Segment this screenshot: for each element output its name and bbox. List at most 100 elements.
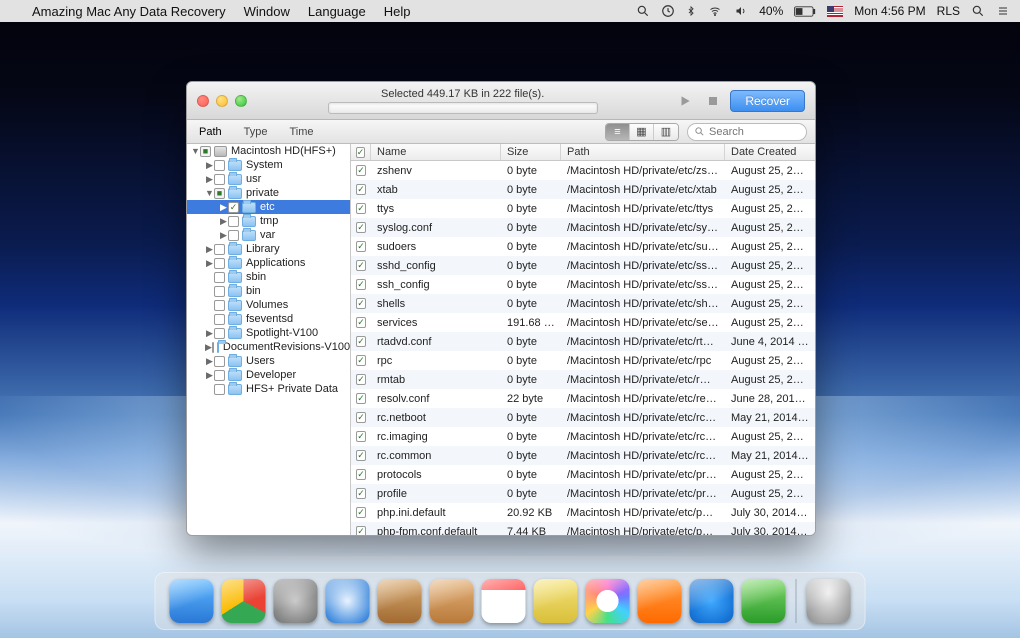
table-row[interactable]: ✓ssh_config0 byte/Macintosh HD/private/e… xyxy=(351,275,815,294)
tree-checkbox[interactable] xyxy=(214,356,225,367)
disclosure-arrow[interactable]: ▶ xyxy=(205,174,214,185)
tree-checkbox[interactable] xyxy=(214,384,225,395)
table-row[interactable]: ✓rc.netboot0 byte/Macintosh HD/private/e… xyxy=(351,408,815,427)
table-row[interactable]: ✓xtab0 byte/Macintosh HD/private/etc/xta… xyxy=(351,180,815,199)
row-checkbox[interactable]: ✓ xyxy=(356,412,366,423)
row-checkbox[interactable]: ✓ xyxy=(356,374,366,385)
table-row[interactable]: ✓php.ini.default20.92 KB/Macintosh HD/pr… xyxy=(351,503,815,522)
stop-button[interactable] xyxy=(702,90,724,112)
col-date[interactable]: Date Created xyxy=(725,144,815,160)
minimize-button[interactable] xyxy=(216,95,228,107)
app-menu[interactable]: Amazing Mac Any Data Recovery xyxy=(32,4,226,19)
view-column-icon[interactable]: ▥ xyxy=(654,124,678,140)
row-checkbox[interactable]: ✓ xyxy=(356,317,366,328)
col-path[interactable]: Path xyxy=(561,144,725,160)
table-row[interactable]: ✓shells0 byte/Macintosh HD/private/etc/s… xyxy=(351,294,815,313)
disclosure-arrow[interactable]: ▶ xyxy=(219,230,228,241)
tree-checkbox[interactable] xyxy=(228,216,239,227)
disclosure-arrow[interactable]: ▼ xyxy=(205,188,214,198)
row-checkbox[interactable]: ✓ xyxy=(356,203,366,214)
close-button[interactable] xyxy=(197,95,209,107)
col-name[interactable]: Name xyxy=(371,144,501,160)
folder-tree[interactable]: ▼■Macintosh HD(HFS+)▶System▶usr▼■private… xyxy=(187,144,351,535)
table-row[interactable]: ✓php-fpm.conf.default7.44 KB/Macintosh H… xyxy=(351,522,815,535)
window-menu[interactable]: Window xyxy=(244,4,290,19)
dock-itunes[interactable] xyxy=(586,579,630,623)
dock-calendar[interactable] xyxy=(482,579,526,623)
dock-safari[interactable] xyxy=(326,579,370,623)
table-row[interactable]: ✓protocols0 byte/Macintosh HD/private/et… xyxy=(351,465,815,484)
dock[interactable] xyxy=(155,572,866,630)
table-row[interactable]: ✓resolv.conf22 byte/Macintosh HD/private… xyxy=(351,389,815,408)
volume-icon[interactable] xyxy=(734,5,748,17)
tree-checkbox[interactable] xyxy=(214,244,225,255)
table-row[interactable]: ✓rc.imaging0 byte/Macintosh HD/private/e… xyxy=(351,427,815,446)
table-row[interactable]: ✓sudoers0 byte/Macintosh HD/private/etc/… xyxy=(351,237,815,256)
play-button[interactable] xyxy=(674,90,696,112)
tab-path[interactable]: Path xyxy=(195,124,226,140)
spotlight-icon[interactable] xyxy=(636,4,650,18)
table-row[interactable]: ✓rtadvd.conf0 byte/Macintosh HD/private/… xyxy=(351,332,815,351)
tree-item[interactable]: ▶var xyxy=(187,228,350,242)
zoom-button[interactable] xyxy=(235,95,247,107)
table-row[interactable]: ✓sshd_config0 byte/Macintosh HD/private/… xyxy=(351,256,815,275)
table-row[interactable]: ✓profile0 byte/Macintosh HD/private/etc/… xyxy=(351,484,815,503)
search-field[interactable] xyxy=(687,123,807,141)
disclosure-arrow[interactable]: ▶ xyxy=(205,356,214,367)
tree-item[interactable]: bin xyxy=(187,284,350,298)
tree-checkbox[interactable] xyxy=(214,286,225,297)
disclosure-arrow[interactable]: ▼ xyxy=(191,146,200,156)
bluetooth-icon[interactable] xyxy=(686,4,696,18)
tree-checkbox[interactable] xyxy=(214,258,225,269)
language-menu[interactable]: Language xyxy=(308,4,366,19)
tree-checkbox[interactable]: ■ xyxy=(214,188,225,199)
table-row[interactable]: ✓zshenv0 byte/Macintosh HD/private/etc/z… xyxy=(351,161,815,180)
row-checkbox[interactable]: ✓ xyxy=(356,355,366,366)
row-checkbox[interactable]: ✓ xyxy=(356,260,366,271)
tree-checkbox[interactable] xyxy=(228,230,239,241)
disclosure-arrow[interactable]: ▶ xyxy=(205,328,214,339)
tree-checkbox[interactable] xyxy=(214,370,225,381)
table-row[interactable]: ✓ttys0 byte/Macintosh HD/private/etc/tty… xyxy=(351,199,815,218)
view-list-icon[interactable]: ≡ xyxy=(606,124,630,140)
tree-checkbox[interactable] xyxy=(214,328,225,339)
disclosure-arrow[interactable]: ▶ xyxy=(219,202,228,213)
dock-trash[interactable] xyxy=(807,579,851,623)
disclosure-arrow[interactable]: ▶ xyxy=(205,160,214,171)
disclosure-arrow[interactable]: ▶ xyxy=(205,258,214,269)
tree-checkbox[interactable] xyxy=(214,174,225,185)
tab-type[interactable]: Type xyxy=(240,124,272,140)
dock-contacts[interactable] xyxy=(430,579,474,623)
row-checkbox[interactable]: ✓ xyxy=(356,241,366,252)
row-checkbox[interactable]: ✓ xyxy=(356,184,366,195)
user-menu[interactable]: RLS xyxy=(937,4,960,18)
disclosure-arrow[interactable]: ▶ xyxy=(205,244,214,255)
tree-checkbox[interactable] xyxy=(212,342,214,353)
tree-item[interactable]: ▶Developer xyxy=(187,368,350,382)
titlebar[interactable]: Selected 449.17 KB in 222 file(s). Recov… xyxy=(187,82,815,120)
battery-icon[interactable] xyxy=(794,6,816,17)
col-size[interactable]: Size xyxy=(501,144,561,160)
dock-ibooks[interactable] xyxy=(638,579,682,623)
table-row[interactable]: ✓rpc0 byte/Macintosh HD/private/etc/rpcA… xyxy=(351,351,815,370)
view-grid-icon[interactable]: ▦ xyxy=(630,124,654,140)
timemachine-icon[interactable] xyxy=(661,4,675,18)
tree-item[interactable]: ▶System xyxy=(187,158,350,172)
tree-item[interactable]: ▶Spotlight-V100 xyxy=(187,326,350,340)
row-checkbox[interactable]: ✓ xyxy=(356,450,366,461)
view-mode-segment[interactable]: ≡ ▦ ▥ xyxy=(605,123,679,141)
row-checkbox[interactable]: ✓ xyxy=(356,526,366,535)
tree-checkbox[interactable]: ■ xyxy=(200,146,211,157)
tree-item[interactable]: ▶Library xyxy=(187,242,350,256)
disclosure-arrow[interactable]: ▶ xyxy=(205,370,214,381)
notification-icon[interactable] xyxy=(996,5,1010,17)
row-checkbox[interactable]: ✓ xyxy=(356,469,366,480)
tree-checkbox[interactable] xyxy=(214,160,225,171)
wifi-icon[interactable] xyxy=(707,5,723,17)
row-checkbox[interactable]: ✓ xyxy=(356,507,366,518)
row-checkbox[interactable]: ✓ xyxy=(356,488,366,499)
tree-item[interactable]: fseventsd xyxy=(187,312,350,326)
dock-chrome[interactable] xyxy=(222,579,266,623)
dock-mail[interactable] xyxy=(378,579,422,623)
table-row[interactable]: ✓services191.68 KB/Macintosh HD/private/… xyxy=(351,313,815,332)
